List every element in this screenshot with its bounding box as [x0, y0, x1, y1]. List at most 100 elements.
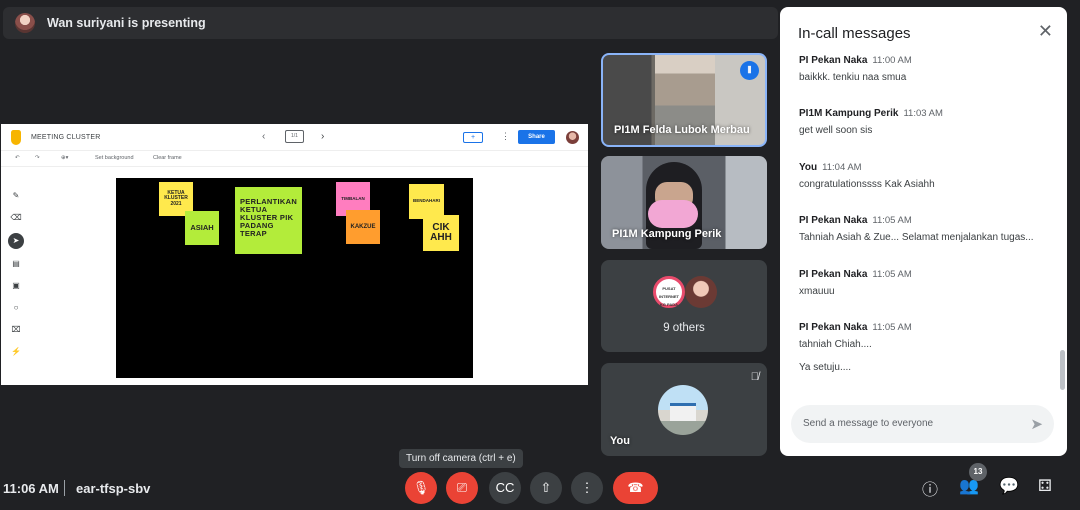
presenting-bar: Wan suriyani is presenting — [3, 7, 778, 39]
message-time: 11:05 AM — [872, 322, 912, 333]
chat-input-placeholder: Send a message to everyone — [803, 418, 934, 429]
jamboard-canvas: KETUA KLUSTER 2021 ASIAH PERLANTIKAN KET… — [116, 178, 473, 378]
more-vert-icon: ⋮ — [580, 480, 594, 495]
camera-toggle-button[interactable]: ⎚ — [446, 472, 478, 504]
message-sender: PI Pekan Naka — [799, 55, 868, 66]
participant-tile[interactable]: ⦀ PI1M Felda Lubok Merbau — [601, 53, 767, 147]
chat-message: PI1M Kampung Perik 11:03 AM get well soon… — [799, 108, 1054, 136]
message-sender: PI Pekan Naka — [799, 215, 868, 226]
message-time: 11:04 AM — [822, 162, 862, 173]
message-text: get well soon sis — [799, 125, 873, 136]
eraser-icon: ⌫ — [10, 213, 22, 222]
message-text: xmauuu — [799, 286, 835, 297]
end-call-button[interactable]: ☎ — [613, 472, 658, 504]
end-call-icon: ☎ — [627, 480, 644, 495]
message-text: congratulationssss Kak Asiahh — [799, 179, 935, 190]
chat-title: In-call messages — [798, 25, 911, 42]
sticky-note: CIK AHH — [423, 215, 459, 251]
message-time: 11:00 AM — [872, 55, 912, 66]
more-vert-icon: ⋮ — [501, 131, 510, 141]
chat-message: PI Pekan Naka 11:05 AM xmauuu — [799, 269, 1054, 297]
jamboard-toolbar: ↶ ↷ ⊕▾ Set background Clear frame — [1, 151, 588, 167]
message-text: tahniah Chiah.... — [799, 339, 872, 350]
image-icon: ▣ — [12, 281, 20, 290]
chat-message: PI Pekan Naka 11:00 AM baikkk. tenkiu naa… — [799, 55, 1054, 83]
message-text: Tahniah Asiah & Zue... Selamat menjalank… — [799, 232, 1034, 243]
send-icon[interactable]: ➤ — [1030, 415, 1043, 433]
add-frame-icon: + — [463, 132, 483, 143]
chat-input[interactable]: Send a message to everyone ➤ — [791, 405, 1054, 443]
others-count: 9 others — [663, 322, 705, 334]
captions-icon: CC — [495, 480, 515, 495]
info-icon[interactable]: ⓘ — [922, 476, 938, 500]
sticky-note: BENDAHARI — [409, 184, 444, 219]
pen-icon: ✎ — [12, 191, 20, 200]
sticky-note: PERLANTIKAN KETUA KLUSTER PIK PADANG TER… — [235, 187, 302, 254]
message-time: 11:05 AM — [872, 215, 912, 226]
circle-icon: ○ — [13, 303, 19, 312]
speaking-indicator-icon: ⦀ — [740, 61, 759, 80]
jamboard-title: MEETING CLUSTER — [31, 133, 101, 141]
mic-off-icon: 🎙 — [412, 480, 430, 495]
present-button[interactable]: ⇧ — [530, 472, 562, 504]
laser-icon: ⚡ — [11, 347, 21, 356]
chat-message: PI Pekan Naka 11:05 AM tahniah Chiah.... — [799, 322, 1054, 350]
sticky-note-icon: ▤ — [12, 259, 20, 268]
jamboard-tools: ✎ ⌫ ➤ ▤ ▣ ○ ⌧ ⚡ — [6, 189, 26, 359]
presenting-text: Wan suriyani is presenting — [47, 16, 206, 30]
presenter-avatar — [15, 13, 35, 33]
participant-avatar — [685, 276, 717, 308]
message-text: baikkk. tenkiu naa smua — [799, 72, 907, 83]
sticky-note: KAKZUE — [346, 210, 380, 244]
camera-off-icon: ⎚ — [456, 480, 468, 495]
self-avatar — [658, 385, 708, 435]
jamboard-logo-icon — [11, 129, 21, 145]
close-icon[interactable]: ✕ — [1038, 21, 1053, 42]
others-tile[interactable]: PUSAT INTERNET KG PADA 9 others — [601, 260, 767, 352]
chat-panel: In-call messages ✕ PI Pekan Naka 11:00 AM… — [780, 7, 1067, 456]
more-options-button[interactable]: ⋮ — [571, 472, 603, 504]
clear-frame: Clear frame — [153, 155, 182, 161]
message-sender: PI Pekan Naka — [799, 269, 868, 280]
message-sender: PI Pekan Naka — [799, 322, 868, 333]
divider — [64, 480, 65, 496]
message-text: Ya setuju.... — [799, 362, 852, 373]
presentation-screen: MEETING CLUSTER ‹ 1/1 › + ⋮ Share ↶ ↷ ⊕▾… — [1, 124, 588, 385]
participant-count-badge: 13 — [969, 463, 987, 481]
undo-icon: ↶ — [15, 155, 20, 161]
participant-avatar: PUSAT INTERNET KG PADA — [653, 276, 685, 308]
self-name: You — [610, 435, 630, 447]
participant-name: PI1M Kampung Perik — [612, 228, 722, 240]
meeting-code: ear-tfsp-sbv — [76, 481, 151, 496]
message-time: 11:05 AM — [872, 269, 912, 280]
present-icon: ⇧ — [540, 480, 552, 495]
mic-toggle-button[interactable]: 🎙 — [405, 472, 437, 504]
chat-message: You 11:04 AM congratulationssss Kak Asiah… — [799, 162, 1054, 190]
frame-indicator: 1/1 — [285, 130, 304, 143]
participant-mask — [648, 200, 698, 228]
clock: 11:06 AM — [3, 481, 59, 496]
participant-name: PI1M Felda Lubok Merbau — [614, 124, 750, 136]
share-button: Share — [518, 130, 555, 144]
chat-icon[interactable]: 💬 — [999, 476, 1019, 496]
message-sender: You — [799, 162, 818, 173]
participant-tile[interactable]: PI1M Kampung Perik — [601, 156, 767, 249]
message-sender: PI1M Kampung Perik — [799, 108, 899, 119]
mic-off-icon: 🎙̸ — [750, 371, 759, 383]
select-icon: ➤ — [8, 233, 24, 249]
activities-icon[interactable]: ⚃ — [1038, 476, 1052, 496]
text-box-icon: ⌧ — [11, 325, 21, 334]
jamboard-user-avatar — [566, 131, 579, 144]
captions-button[interactable]: CC — [489, 472, 521, 504]
set-background: Set background — [95, 155, 134, 161]
tooltip: Turn off camera (ctrl + e) — [399, 449, 523, 468]
self-tile[interactable]: 🎙̸ You — [601, 363, 767, 456]
sticky-note: ASIAH — [185, 211, 219, 245]
chat-scrollbar[interactable] — [1060, 350, 1065, 390]
chevron-right-icon: › — [321, 131, 325, 142]
jamboard-header: MEETING CLUSTER ‹ 1/1 › + ⋮ Share — [1, 124, 588, 151]
redo-icon: ↷ — [35, 155, 40, 161]
message-time: 11:03 AM — [903, 108, 943, 119]
chat-message: Ya setuju.... — [799, 356, 1054, 373]
chat-message: PI Pekan Naka 11:05 AM Tahniah Asiah & Zu… — [799, 215, 1054, 243]
